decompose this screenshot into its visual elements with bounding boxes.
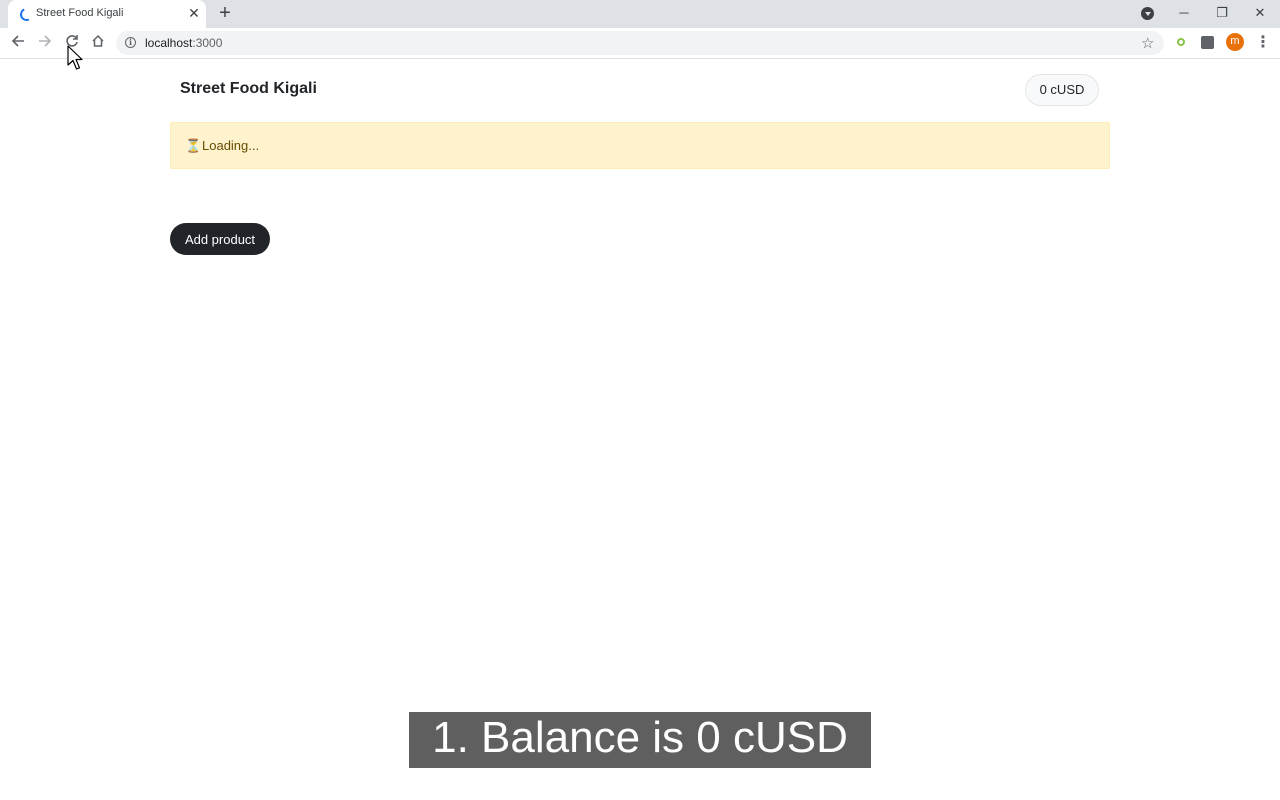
tab-search-icon[interactable] [1141, 7, 1154, 20]
menu-icon[interactable]: ⋮ [1255, 34, 1271, 52]
balance-badge: 0 cUSD [1025, 74, 1099, 106]
restore-button[interactable]: ❐ [1211, 4, 1233, 22]
browser-tab[interactable]: Street Food Kigali ✕ [8, 0, 206, 28]
minimize-button[interactable]: ─ [1173, 4, 1195, 22]
forward-icon[interactable] [36, 34, 54, 52]
url-text: localhost:3000 [145, 36, 223, 50]
close-window-button[interactable]: ✕ [1249, 4, 1271, 22]
alert-text: Loading... [202, 138, 260, 153]
tab-title: Street Food Kigali [36, 7, 124, 19]
page-title: Street Food Kigali [180, 80, 317, 97]
caption-text: 1. Balance is 0 cUSD [432, 713, 848, 762]
loading-alert: ⏳ Loading... [170, 122, 1110, 169]
close-tab-icon[interactable]: ✕ [186, 5, 202, 21]
tab-strip: Street Food Kigali ✕ + ─ ❐ ✕ [0, 0, 1280, 28]
loading-spinner-icon [18, 6, 35, 23]
address-bar[interactable]: i localhost:3000 ☆ [116, 31, 1164, 55]
bookmark-star-icon[interactable]: ☆ [1141, 34, 1154, 52]
hourglass-icon: ⏳ [185, 138, 202, 153]
caption-overlay: 1. Balance is 0 cUSD [409, 712, 871, 768]
extension-icon[interactable] [1177, 38, 1185, 46]
puzzle-icon[interactable] [1201, 36, 1214, 49]
profile-avatar[interactable]: m [1226, 33, 1244, 51]
home-icon[interactable] [89, 34, 107, 52]
add-product-button[interactable]: Add product [170, 223, 270, 255]
cursor-icon [67, 45, 83, 70]
info-icon[interactable]: i [125, 37, 136, 48]
back-icon[interactable] [9, 34, 27, 52]
browser-toolbar: i localhost:3000 ☆ m ⋮ [0, 28, 1280, 59]
new-tab-icon[interactable]: + [216, 3, 234, 23]
